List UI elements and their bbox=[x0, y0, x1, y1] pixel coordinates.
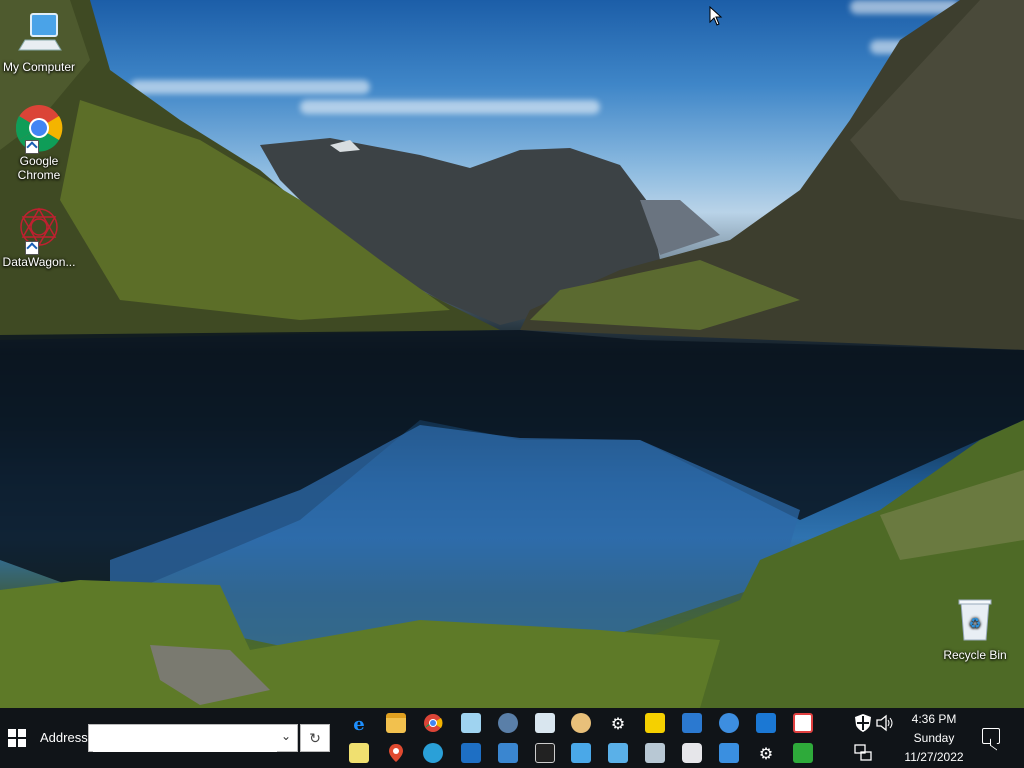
desktop-wallpaper: My Computer Google Chrome DataWagon... ♻… bbox=[0, 0, 1024, 708]
address-input[interactable] bbox=[93, 726, 277, 752]
camera-icon[interactable] bbox=[682, 743, 702, 763]
apps-icon[interactable] bbox=[793, 713, 813, 733]
desktop-icon-label: Google Chrome bbox=[17, 154, 61, 182]
svg-text:⚙: ⚙ bbox=[611, 714, 625, 733]
chrome-icon[interactable] bbox=[423, 713, 443, 733]
edge-icon[interactable] bbox=[423, 743, 443, 763]
computer-icon bbox=[15, 10, 63, 58]
datawagon-icon bbox=[15, 205, 63, 255]
desktop-icon-recycle-bin[interactable]: ♻ Recycle Bin bbox=[936, 598, 1014, 662]
notes-icon[interactable] bbox=[349, 743, 369, 763]
refresh-icon: ↻ bbox=[309, 730, 321, 746]
spreadsheet-icon[interactable] bbox=[793, 743, 813, 763]
desktop-icon-my-computer[interactable]: My Computer bbox=[0, 10, 78, 74]
gear-icon[interactable]: ⚙ bbox=[756, 743, 776, 763]
recycle-bin-icon: ♻ bbox=[951, 598, 999, 646]
settings-icon[interactable]: ⚙ bbox=[608, 713, 628, 733]
sticky-notes-icon[interactable] bbox=[645, 713, 665, 733]
display-icon[interactable] bbox=[719, 743, 739, 763]
notepad-icon[interactable] bbox=[461, 713, 481, 733]
svg-text:♻: ♻ bbox=[969, 616, 982, 632]
svg-text:e: e bbox=[353, 714, 364, 733]
picture-icon[interactable] bbox=[461, 743, 481, 763]
edit-icon[interactable] bbox=[535, 713, 555, 733]
internet-explorer-icon[interactable]: e bbox=[349, 713, 369, 735]
chrome-icon bbox=[15, 104, 63, 154]
desktop-icon-datawagon[interactable]: DataWagon... bbox=[0, 205, 78, 269]
people-icon[interactable] bbox=[719, 713, 739, 733]
photos-icon[interactable] bbox=[682, 713, 702, 733]
desktop-icon-google-chrome[interactable]: Google Chrome bbox=[0, 104, 78, 182]
clock-date[interactable]: 11/27/2022 bbox=[890, 750, 978, 764]
start-button[interactable] bbox=[0, 708, 34, 768]
shortcut-arrow-icon bbox=[25, 140, 39, 154]
terminal-icon[interactable] bbox=[535, 743, 555, 763]
security-shield-icon[interactable] bbox=[853, 713, 873, 733]
desktop-icon-label: DataWagon... bbox=[2, 255, 76, 269]
remote-desktop-icon[interactable] bbox=[498, 743, 518, 763]
address-go-button[interactable]: ↻ bbox=[300, 724, 330, 752]
svg-text:⚙: ⚙ bbox=[759, 744, 773, 763]
store-icon[interactable] bbox=[756, 713, 776, 733]
landscape-scenery bbox=[0, 0, 1024, 708]
maps-icon[interactable] bbox=[386, 743, 406, 763]
desktop-icon-label: Recycle Bin bbox=[943, 648, 1007, 662]
chevron-down-icon[interactable]: ⌄ bbox=[281, 729, 291, 743]
network-status-icon[interactable] bbox=[853, 743, 873, 763]
desktop-icon-label: My Computer bbox=[2, 60, 76, 74]
address-box: ⌄ bbox=[88, 724, 298, 752]
mouse-cursor-icon bbox=[709, 6, 723, 26]
action-center-icon[interactable] bbox=[982, 728, 1000, 744]
contact-card-icon[interactable] bbox=[571, 743, 591, 763]
taskbar: Address ⌄ ↻ e ⚙ ⚙ 4:36 PM Sunday 11/27/2… bbox=[0, 708, 1024, 768]
media-icon[interactable] bbox=[608, 743, 628, 763]
clock-time[interactable]: 4:36 PM bbox=[890, 712, 978, 726]
clock-day[interactable]: Sunday bbox=[890, 731, 978, 745]
network-icon[interactable] bbox=[498, 713, 518, 733]
folder-icon[interactable] bbox=[386, 713, 406, 733]
address-toolbar-label: Address bbox=[40, 730, 88, 745]
paint-icon[interactable] bbox=[571, 713, 591, 733]
scanner-icon[interactable] bbox=[645, 743, 665, 763]
shortcut-arrow-icon bbox=[25, 241, 39, 255]
windows-logo-icon bbox=[8, 729, 26, 747]
